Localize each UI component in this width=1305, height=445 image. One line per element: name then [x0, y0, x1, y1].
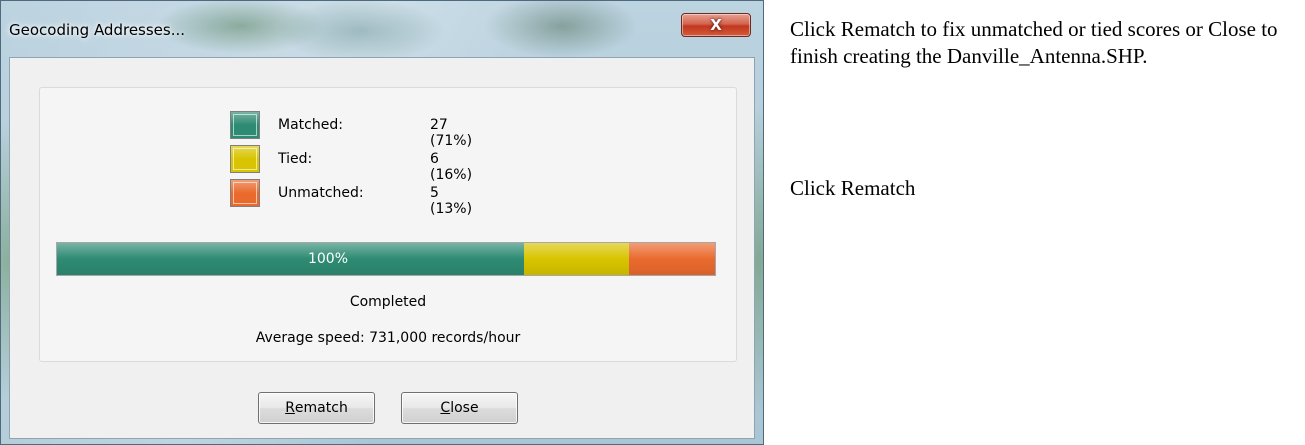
close-button[interactable]: Close [401, 392, 518, 424]
tied-swatch [230, 145, 260, 173]
matched-value: 27 (71%) [430, 117, 473, 149]
unmatched-swatch [230, 179, 260, 207]
tied-label: Tied: [278, 151, 313, 167]
instruction-step: Click Rematch [790, 176, 916, 200]
close-mnemonic: C [440, 400, 451, 416]
close-label: lose [450, 400, 479, 416]
unmatched-value: 5 (13%) [430, 185, 473, 217]
unmatched-label: Unmatched: [278, 185, 364, 201]
title-bar[interactable]: Geocoding Addresses... X [1, 1, 763, 59]
matched-label: Matched: [278, 117, 343, 133]
progress-bar: 100% [56, 242, 716, 276]
close-window-button[interactable]: X [681, 13, 751, 37]
window-title: Geocoding Addresses... [9, 21, 186, 39]
results-panel: Matched: 27 (71%) Tied: 6 (16%) Unmatche… [39, 87, 737, 362]
average-speed-text: Average speed: 731,000 records/hour [255, 330, 521, 346]
rematch-mnemonic: R [285, 400, 295, 416]
progress-percent-text: 100% [307, 251, 349, 267]
close-icon: X [710, 16, 722, 34]
tied-value: 6 (16%) [430, 151, 473, 183]
rematch-label: ematch [294, 400, 348, 416]
dialog-client-area: Matched: 27 (71%) Tied: 6 (16%) Unmatche… [9, 57, 755, 439]
status-text: Completed [349, 294, 427, 310]
geocoding-dialog: Geocoding Addresses... X Matched: 27 (71… [0, 0, 764, 445]
rematch-button[interactable]: Rematch [258, 392, 375, 424]
matched-swatch [230, 111, 260, 139]
instruction-paragraph: Click Rematch to fix unmatched or tied s… [790, 17, 1278, 68]
